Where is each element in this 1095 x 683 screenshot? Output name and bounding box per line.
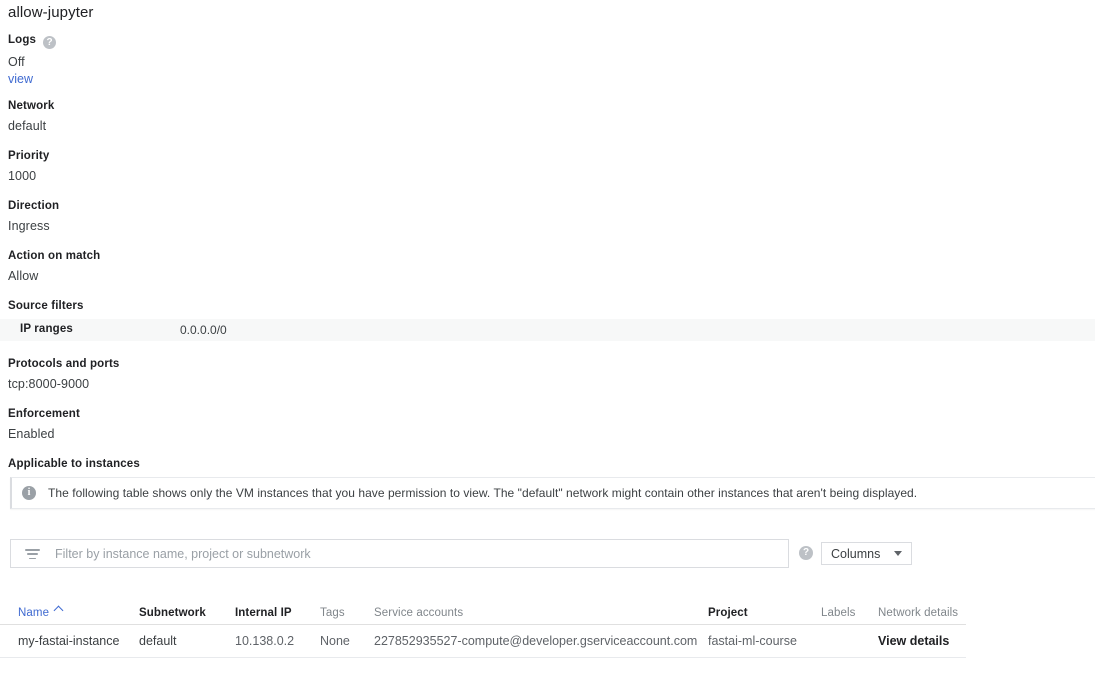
field-source-filters: Source filters — [8, 299, 84, 313]
cell-subnetwork: default — [139, 634, 177, 648]
field-source-filters-label: Source filters — [8, 299, 84, 313]
field-enforcement-value: Enabled — [8, 426, 80, 442]
field-protocols-and-ports: Protocols and ports tcp:8000-9000 — [8, 357, 119, 392]
info-banner: i The following table shows only the VM … — [10, 477, 1095, 509]
field-applicable-to-instances: Applicable to instances — [8, 457, 140, 471]
ip-ranges-label: IP ranges — [20, 323, 73, 335]
field-action-on-match: Action on match Allow — [8, 249, 100, 284]
applicable-to-instances-label: Applicable to instances — [8, 457, 140, 471]
instances-table: Name Subnetwork Internal IP Tags Service… — [0, 602, 966, 658]
field-network: Network default — [8, 99, 54, 134]
field-priority-label: Priority — [8, 149, 49, 163]
field-enforcement: Enforcement Enabled — [8, 407, 80, 442]
cell-tags: None — [320, 634, 350, 648]
field-logs-label: Logs? — [8, 33, 56, 49]
table-header-row: Name Subnetwork Internal IP Tags Service… — [0, 602, 966, 625]
cell-internal-ip: 10.138.0.2 — [235, 634, 294, 648]
field-network-label: Network — [8, 99, 54, 113]
logs-view-link[interactable]: view — [8, 71, 56, 87]
column-header-subnetwork[interactable]: Subnetwork — [139, 607, 206, 619]
field-priority: Priority 1000 — [8, 149, 49, 184]
column-header-service-accounts[interactable]: Service accounts — [374, 607, 463, 619]
cell-network-details-link[interactable]: View details — [878, 634, 949, 648]
columns-button-label: Columns — [831, 547, 880, 561]
firewall-rule-details-page: allow-jupyter Logs? Off view Network def… — [0, 0, 1095, 683]
help-icon[interactable]: ? — [43, 36, 56, 49]
column-header-labels[interactable]: Labels — [821, 607, 856, 619]
column-header-name[interactable]: Name — [18, 607, 62, 619]
field-network-value: default — [8, 118, 54, 134]
field-direction-value: Ingress — [8, 218, 59, 234]
column-header-tags[interactable]: Tags — [320, 607, 345, 619]
table-row[interactable]: my-fastai-instance default 10.138.0.2 No… — [0, 625, 966, 658]
source-filters-ip-ranges-row: IP ranges 0.0.0.0/0 — [0, 319, 1095, 341]
columns-button[interactable]: Columns — [821, 542, 912, 565]
ip-ranges-value: 0.0.0.0/0 — [180, 323, 227, 337]
info-banner-text: The following table shows only the VM in… — [48, 486, 917, 500]
column-header-network-details[interactable]: Network details — [878, 607, 958, 619]
filter-help-icon[interactable]: ? — [799, 546, 813, 560]
field-direction-label: Direction — [8, 199, 59, 213]
field-action-on-match-value: Allow — [8, 268, 100, 284]
info-icon: i — [22, 486, 36, 500]
filter-icon — [25, 549, 40, 560]
field-priority-value: 1000 — [8, 168, 49, 184]
column-header-project[interactable]: Project — [708, 607, 748, 619]
column-header-internal-ip[interactable]: Internal IP — [235, 607, 292, 619]
instance-filter-box[interactable] — [10, 539, 789, 568]
page-title: allow-jupyter — [8, 4, 94, 21]
chevron-down-icon — [894, 551, 902, 556]
field-logs-value: Off — [8, 54, 56, 70]
cell-service-account: 227852935527-compute@developer.gservicea… — [374, 634, 697, 648]
field-protocols-value: tcp:8000-9000 — [8, 376, 119, 392]
sort-ascending-icon — [54, 606, 64, 616]
field-protocols-label: Protocols and ports — [8, 357, 119, 371]
filter-input[interactable] — [53, 540, 773, 567]
field-action-on-match-label: Action on match — [8, 249, 100, 263]
cell-project: fastai-ml-course — [708, 634, 797, 648]
field-logs: Logs? Off view — [8, 33, 56, 87]
field-direction: Direction Ingress — [8, 199, 59, 234]
cell-name[interactable]: my-fastai-instance — [18, 634, 119, 648]
field-enforcement-label: Enforcement — [8, 407, 80, 421]
